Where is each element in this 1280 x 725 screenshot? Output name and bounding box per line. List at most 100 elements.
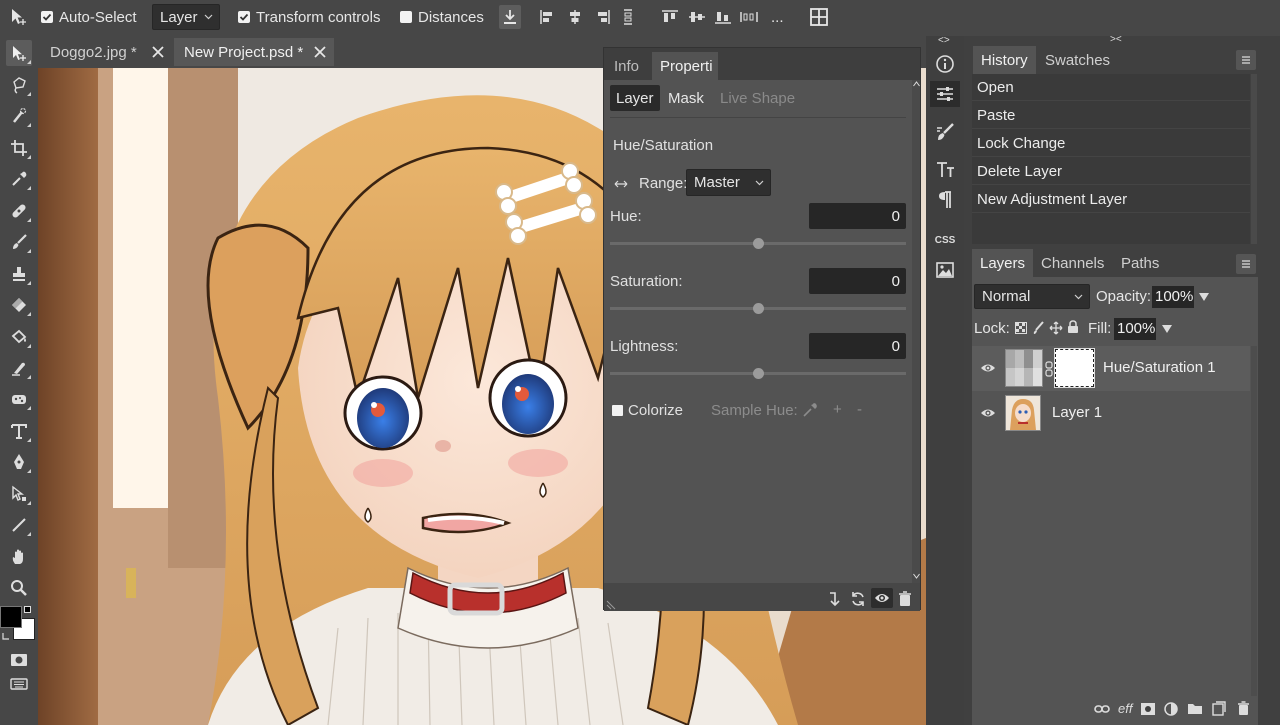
distribute-h-icon[interactable] xyxy=(621,0,635,34)
color-swatches[interactable] xyxy=(0,606,38,646)
sponge-tool-button[interactable] xyxy=(6,386,32,412)
history-item-current[interactable]: New Adjustment Layer xyxy=(972,186,1250,213)
tab-swatches[interactable]: Swatches xyxy=(1037,46,1118,74)
fill-input[interactable]: 100% xyxy=(1114,318,1156,340)
healing-brush-tool-button[interactable] xyxy=(6,198,32,224)
mask-link-icon[interactable] xyxy=(1045,361,1053,377)
line-tool-button[interactable] xyxy=(6,512,32,538)
info-panel-button[interactable] xyxy=(930,51,960,77)
layer-row-hue-saturation[interactable]: Hue/Saturation 1 xyxy=(972,346,1250,391)
eraser-tool-button[interactable] xyxy=(6,292,32,318)
smudge-tool-button[interactable] xyxy=(6,355,32,381)
subtab-live-shape[interactable]: Live Shape xyxy=(714,85,801,111)
distances-checkbox[interactable] xyxy=(400,11,412,23)
swap-colors-icon[interactable] xyxy=(1,632,11,642)
fill-dropdown-icon[interactable] xyxy=(1161,324,1173,334)
layer-mask-thumbnail[interactable] xyxy=(1054,348,1095,388)
properties-scrollbar[interactable] xyxy=(912,80,920,583)
pen-tool-button[interactable] xyxy=(6,449,32,475)
image-panel-button[interactable] xyxy=(930,257,960,283)
brush-tool-button[interactable] xyxy=(6,229,32,255)
distribute-v-icon[interactable] xyxy=(740,0,758,34)
auto-select-target-select[interactable]: Layer xyxy=(152,4,220,30)
crop-tool-button[interactable] xyxy=(6,135,32,161)
close-icon[interactable] xyxy=(314,46,326,58)
remove-sample-button[interactable]: - xyxy=(857,401,862,418)
paint-bucket-tool-button[interactable] xyxy=(6,324,32,350)
align-left-icon[interactable] xyxy=(539,0,555,34)
paragraph-panel-button[interactable] xyxy=(930,187,960,213)
transform-controls-toggle[interactable]: Transform controls xyxy=(238,0,380,34)
keyboard-button[interactable] xyxy=(6,671,32,697)
path-select-tool-button[interactable] xyxy=(6,481,32,507)
align-middle-v-icon[interactable] xyxy=(688,0,706,34)
add-sample-button[interactable]: + xyxy=(833,401,842,418)
align-top-icon[interactable] xyxy=(661,0,679,34)
close-icon[interactable] xyxy=(152,46,164,58)
tab-paths[interactable]: Paths xyxy=(1113,249,1167,277)
blend-mode-select[interactable]: Normal xyxy=(974,284,1090,309)
collapse-arrows-icon[interactable]: <> xyxy=(938,35,950,46)
properties-panel-button[interactable] xyxy=(930,81,960,107)
layer-effects-button[interactable]: eff xyxy=(1118,701,1132,716)
lock-all-icon[interactable] xyxy=(1067,320,1079,334)
eyedropper-icon[interactable] xyxy=(802,402,818,418)
layers-scrollbar[interactable] xyxy=(1251,346,1257,696)
zoom-tool-button[interactable] xyxy=(6,575,32,601)
add-mask-icon[interactable] xyxy=(1141,703,1155,715)
reset-icon[interactable] xyxy=(850,591,866,607)
tab-doggo2[interactable]: Doggo2.jpg * xyxy=(40,38,172,66)
quick-select-tool-button[interactable] xyxy=(6,103,32,129)
type-tool-button[interactable] xyxy=(6,418,32,444)
character-panel-button[interactable] xyxy=(930,157,960,183)
saturation-input[interactable]: 0 xyxy=(809,268,906,294)
distances-toggle[interactable]: Distances xyxy=(400,0,484,34)
history-item[interactable]: Paste xyxy=(972,102,1250,129)
colorize-checkbox[interactable] xyxy=(612,405,623,416)
saturation-slider-knob[interactable] xyxy=(753,303,764,314)
resize-grip-icon[interactable] xyxy=(606,600,616,610)
eye-icon[interactable] xyxy=(980,407,996,419)
tab-layers[interactable]: Layers xyxy=(972,249,1034,277)
history-scrollbar[interactable] xyxy=(1251,74,1257,244)
css-panel-button[interactable]: CSS xyxy=(930,227,960,253)
link-layers-icon[interactable] xyxy=(1094,704,1110,714)
tab-history[interactable]: History xyxy=(973,46,1036,74)
lightness-slider[interactable] xyxy=(610,368,906,379)
scroll-down-icon[interactable] xyxy=(913,573,920,579)
eye-icon[interactable] xyxy=(980,362,996,374)
hand-tool-button[interactable] xyxy=(6,544,32,570)
new-group-icon[interactable] xyxy=(1187,702,1203,715)
lasso-tool-button[interactable] xyxy=(6,72,32,98)
history-item[interactable]: Open xyxy=(972,74,1250,101)
layer-row-layer-1[interactable]: Layer 1 xyxy=(972,391,1250,436)
tab-properties[interactable]: Properti xyxy=(652,52,718,80)
lightness-slider-knob[interactable] xyxy=(753,368,764,379)
delete-layer-icon[interactable] xyxy=(1237,701,1250,716)
subtab-mask[interactable]: Mask xyxy=(662,85,710,111)
lock-pixels-icon[interactable] xyxy=(1033,321,1045,335)
quick-mask-button[interactable] xyxy=(6,647,32,673)
tab-info[interactable]: Info xyxy=(606,52,647,80)
move-tool-button[interactable] xyxy=(6,40,32,66)
auto-select-checkbox[interactable] xyxy=(41,11,53,23)
hue-slider-knob[interactable] xyxy=(753,238,764,249)
opacity-input[interactable]: 100% xyxy=(1152,286,1194,308)
grid-icon[interactable] xyxy=(809,0,829,34)
clone-stamp-tool-button[interactable] xyxy=(6,261,32,287)
tab-new-project[interactable]: New Project.psd * xyxy=(174,38,334,66)
more-options-button[interactable]: ... xyxy=(771,0,784,34)
move-tool-icon[interactable] xyxy=(9,0,29,34)
subtab-layer[interactable]: Layer xyxy=(610,85,660,111)
lock-transparency-icon[interactable] xyxy=(1015,322,1027,334)
lock-position-icon[interactable] xyxy=(1049,321,1063,335)
trash-icon[interactable] xyxy=(898,591,912,607)
visibility-toggle-button[interactable] xyxy=(871,588,893,608)
history-menu-button[interactable] xyxy=(1236,50,1256,70)
foreground-color-swatch[interactable] xyxy=(0,606,22,628)
new-layer-icon[interactable] xyxy=(1212,701,1226,716)
brush-settings-button[interactable] xyxy=(930,119,960,145)
collapse-panels-icon[interactable]: >< xyxy=(1110,34,1122,45)
adjustment-layer-icon[interactable] xyxy=(1164,702,1178,716)
clip-to-layer-icon[interactable] xyxy=(828,591,842,607)
